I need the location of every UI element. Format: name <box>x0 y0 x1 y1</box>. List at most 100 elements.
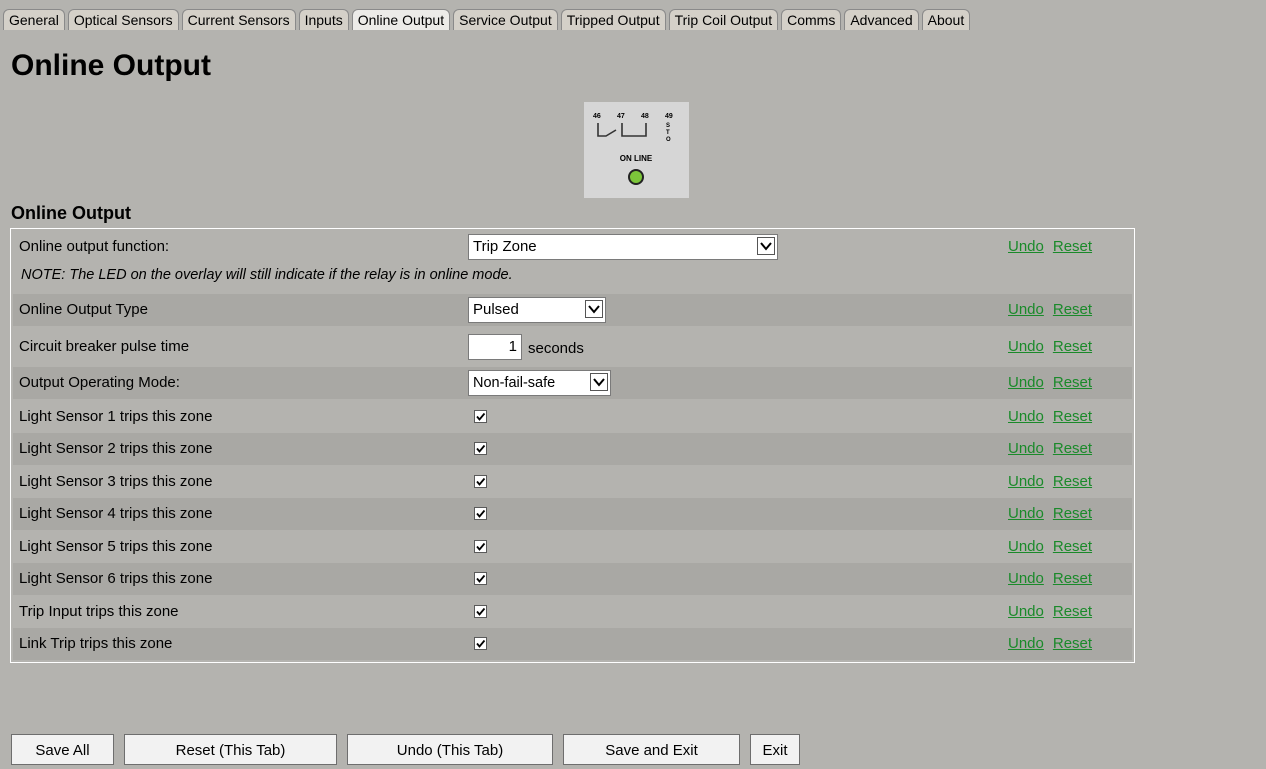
row-light-sensor-5: Light Sensor 5 trips this zone Undo Reset <box>13 531 1132 563</box>
row-light-sensor-1: Light Sensor 1 trips this zone Undo Reset <box>13 401 1132 433</box>
light-sensor-4-checkbox[interactable] <box>474 507 487 520</box>
checkmark-icon <box>476 639 486 648</box>
reset-link[interactable]: Reset <box>1053 301 1092 318</box>
tab-bar: General Optical Sensors Current Sensors … <box>3 9 971 30</box>
tab-optical-sensors[interactable]: Optical Sensors <box>67 9 179 30</box>
light-sensor-5-label: Light Sensor 5 trips this zone <box>19 538 213 555</box>
row-pulse-time: Circuit breaker pulse time 1 seconds Undo… <box>13 331 1132 363</box>
save-and-exit-button[interactable]: Save and Exit <box>563 734 740 765</box>
online-output-type-label: Online Output Type <box>19 301 148 318</box>
tab-service-output[interactable]: Service Output <box>453 9 558 30</box>
undo-link[interactable]: Undo <box>1008 440 1044 457</box>
undo-tab-button[interactable]: Undo (This Tab) <box>347 734 553 765</box>
reset-link[interactable]: Reset <box>1053 408 1092 425</box>
tab-about[interactable]: About <box>921 9 971 30</box>
online-led-note: NOTE: The LED on the overlay will still … <box>21 267 513 283</box>
checkmark-icon <box>476 444 486 453</box>
light-sensor-3-label: Light Sensor 3 trips this zone <box>19 473 213 490</box>
pulse-time-input[interactable]: 1 <box>468 334 522 360</box>
tab-online-output[interactable]: Online Output <box>351 9 451 30</box>
row-link-trip: Link Trip trips this zone Undo Reset <box>13 628 1132 660</box>
online-output-function-value: Trip Zone <box>473 238 537 255</box>
undo-link[interactable]: Undo <box>1008 338 1044 355</box>
row-online-output-type: Online Output Type Pulsed Undo Reset <box>13 294 1132 326</box>
reset-link[interactable]: Reset <box>1053 338 1092 355</box>
pulse-time-unit: seconds <box>528 340 584 357</box>
settings-panel: Online output function: Trip Zone Undo Re… <box>10 228 1135 663</box>
chevron-down-icon <box>590 373 608 391</box>
online-output-function-label: Online output function: <box>19 238 170 255</box>
undo-link[interactable]: Undo <box>1008 238 1044 255</box>
light-sensor-4-label: Light Sensor 4 trips this zone <box>19 505 213 522</box>
terminal-label: 48 <box>641 113 649 120</box>
online-led-icon <box>628 169 644 185</box>
reset-link[interactable]: Reset <box>1053 538 1092 555</box>
checkmark-icon <box>476 574 486 583</box>
undo-link[interactable]: Undo <box>1008 473 1044 490</box>
relay-contact-diagram: 46 47 48 49 S T O ON LINE <box>593 113 673 185</box>
light-sensor-5-checkbox[interactable] <box>474 540 487 553</box>
light-sensor-1-label: Light Sensor 1 trips this zone <box>19 408 213 425</box>
row-light-sensor-3: Light Sensor 3 trips this zone Undo Reset <box>13 466 1132 498</box>
checkmark-icon <box>476 412 486 421</box>
operating-mode-label: Output Operating Mode: <box>19 374 180 391</box>
svg-text:S: S <box>666 123 670 129</box>
svg-text:T: T <box>666 130 670 136</box>
tab-advanced[interactable]: Advanced <box>844 9 919 30</box>
reset-link[interactable]: Reset <box>1053 473 1092 490</box>
row-online-output-function: Online output function: Trip Zone Undo Re… <box>13 231 1132 283</box>
light-sensor-1-checkbox[interactable] <box>474 410 487 423</box>
link-trip-label: Link Trip trips this zone <box>19 635 173 652</box>
light-sensor-2-label: Light Sensor 2 trips this zone <box>19 440 213 457</box>
undo-link[interactable]: Undo <box>1008 570 1044 587</box>
row-light-sensor-2: Light Sensor 2 trips this zone Undo Reset <box>13 433 1132 465</box>
pulse-time-label: Circuit breaker pulse time <box>19 338 190 355</box>
exit-button[interactable]: Exit <box>750 734 800 765</box>
tab-tripped-output[interactable]: Tripped Output <box>560 9 666 30</box>
undo-link[interactable]: Undo <box>1008 408 1044 425</box>
reset-link[interactable]: Reset <box>1053 505 1092 522</box>
online-caption: ON LINE <box>620 154 653 163</box>
page-title: Online Output <box>11 49 211 82</box>
tab-comms[interactable]: Comms <box>781 9 842 30</box>
chevron-down-icon <box>585 300 603 318</box>
undo-link[interactable]: Undo <box>1008 505 1044 522</box>
reset-link[interactable]: Reset <box>1053 374 1092 391</box>
reset-tab-button[interactable]: Reset (This Tab) <box>124 734 337 765</box>
light-sensor-3-checkbox[interactable] <box>474 475 487 488</box>
row-operating-mode: Output Operating Mode: Non-fail-safe Und… <box>13 367 1132 399</box>
operating-mode-value: Non-fail-safe <box>473 375 556 391</box>
reset-link[interactable]: Reset <box>1053 440 1092 457</box>
operating-mode-select[interactable]: Non-fail-safe <box>468 370 611 396</box>
undo-link[interactable]: Undo <box>1008 374 1044 391</box>
tab-trip-coil-output[interactable]: Trip Coil Output <box>668 9 779 30</box>
tab-general[interactable]: General <box>3 9 65 30</box>
undo-link[interactable]: Undo <box>1008 603 1044 620</box>
reset-link[interactable]: Reset <box>1053 603 1092 620</box>
row-trip-input: Trip Input trips this zone Undo Reset <box>13 596 1132 628</box>
reset-link[interactable]: Reset <box>1053 570 1092 587</box>
checkmark-icon <box>476 509 486 518</box>
checkmark-icon <box>476 607 486 616</box>
checkmark-icon <box>476 477 486 486</box>
reset-link[interactable]: Reset <box>1053 635 1092 652</box>
terminal-label: 47 <box>617 113 625 120</box>
link-trip-checkbox[interactable] <box>474 637 487 650</box>
undo-link[interactable]: Undo <box>1008 538 1044 555</box>
trip-input-checkbox[interactable] <box>474 605 487 618</box>
row-light-sensor-4: Light Sensor 4 trips this zone Undo Reset <box>13 498 1132 530</box>
terminal-label: 46 <box>593 113 601 120</box>
reset-link[interactable]: Reset <box>1053 238 1092 255</box>
undo-link[interactable]: Undo <box>1008 301 1044 318</box>
online-output-function-select[interactable]: Trip Zone <box>468 234 778 260</box>
tab-current-sensors[interactable]: Current Sensors <box>181 9 296 30</box>
row-light-sensor-6: Light Sensor 6 trips this zone Undo Reset <box>13 563 1132 595</box>
save-all-button[interactable]: Save All <box>11 734 114 765</box>
section-title: Online Output <box>11 203 131 223</box>
light-sensor-2-checkbox[interactable] <box>474 442 487 455</box>
light-sensor-6-checkbox[interactable] <box>474 572 487 585</box>
trip-input-label: Trip Input trips this zone <box>19 603 179 620</box>
undo-link[interactable]: Undo <box>1008 635 1044 652</box>
online-output-type-select[interactable]: Pulsed <box>468 297 606 323</box>
tab-inputs[interactable]: Inputs <box>298 9 349 30</box>
